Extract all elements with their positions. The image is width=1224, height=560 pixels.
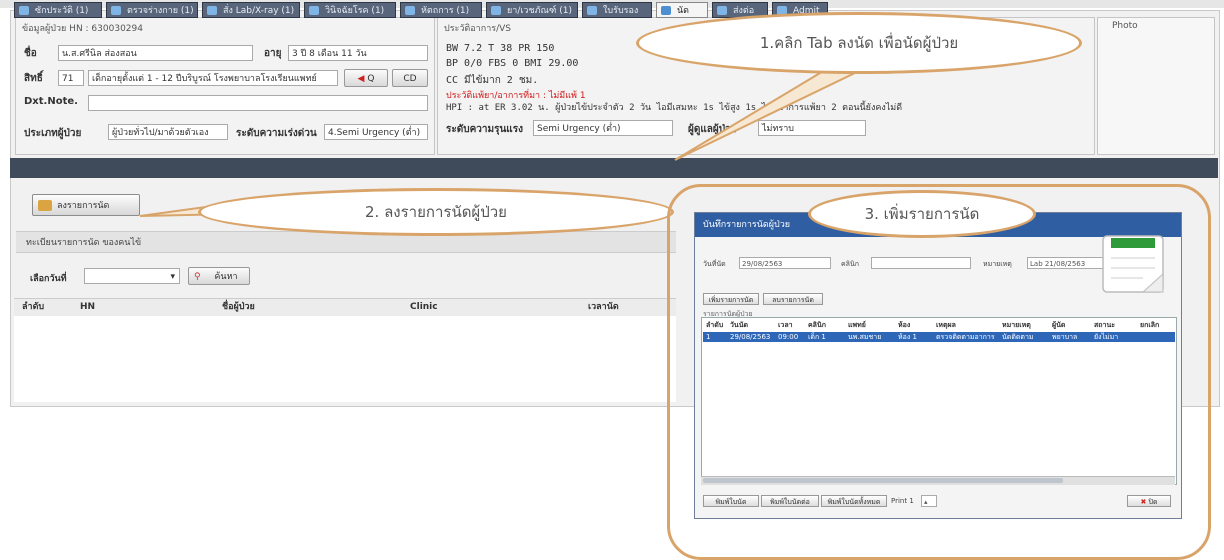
print-appointment-button[interactable]: พิมพ์ใบนัด xyxy=(703,495,759,507)
dgrid-col-cancel: ยกเลิก xyxy=(1140,321,1160,329)
notepad-icon xyxy=(1102,235,1164,293)
dgrid-col-time: เวลา xyxy=(778,321,793,329)
dgrid-cell: ตรวจติดตามอาการ xyxy=(936,333,995,341)
dgrid-col-status: สถานะ xyxy=(1094,321,1115,329)
dgrid-col-date: วันนัด xyxy=(730,321,749,329)
callout-1: 1.คลิก Tab ลงนัด เพื่อนัดผู้ป่วย xyxy=(636,12,1082,74)
dialog-appointment-grid: ลำดับ วันนัด เวลา คลินิก แพทย์ ห้อง เหตุ… xyxy=(701,317,1177,485)
print-count-label: Print 1 xyxy=(891,497,914,505)
print-count-stepper[interactable]: ▴ xyxy=(921,495,937,507)
print-all-appointments-button[interactable]: พิมพ์ใบนัดทั้งหมด xyxy=(821,495,887,507)
dgrid-cell: นัดติดตาม xyxy=(1002,333,1034,341)
dgrid-col-by: ผู้นัด xyxy=(1052,321,1066,329)
print-appointment-next-button[interactable]: พิมพ์ใบนัดต่อ xyxy=(761,495,819,507)
dgrid-cell: พยาบาล xyxy=(1052,333,1078,341)
dgrid-cell: เด็ก 1 xyxy=(808,333,826,341)
dialog-close-label: ปิด xyxy=(1148,498,1158,506)
dgrid-col-room: ห้อง xyxy=(898,321,911,329)
dgrid-cell: 09:00 xyxy=(778,333,799,341)
dgrid-cell: 1 xyxy=(706,333,711,341)
dialog-note-label: หมายเหตุ xyxy=(983,260,1012,268)
stepper-icon: ▴ xyxy=(924,498,928,506)
dialog-horizontal-scrollbar[interactable] xyxy=(701,476,1175,485)
dialog-close-button[interactable]: ✖ ปิด xyxy=(1127,495,1171,507)
dgrid-cell: นพ.สมชาย xyxy=(848,333,882,341)
dialog-add-button[interactable]: เพิ่มรายการนัด xyxy=(703,293,759,305)
close-icon: ✖ xyxy=(1140,498,1147,506)
callout-2: 2. ลงรายการนัดผู้ป่วย xyxy=(198,188,674,236)
dialog-grid-row[interactable]: 1 29/08/2563 09:00 เด็ก 1 นพ.สมชาย ห้อง … xyxy=(703,332,1175,342)
dgrid-col-reason: เหตุผล xyxy=(936,321,956,329)
dialog-delete-button[interactable]: ลบรายการนัด xyxy=(763,293,823,305)
dialog-date-field[interactable]: 29/08/2563 xyxy=(739,257,831,269)
dgrid-cell: 29/08/2563 xyxy=(730,333,771,341)
dgrid-col-doctor: แพทย์ xyxy=(848,321,866,329)
dgrid-cell: ยังไม่มา xyxy=(1094,333,1119,341)
dialog-clinic-field[interactable] xyxy=(871,257,971,269)
callout-3: 3. เพิ่มรายการนัด xyxy=(808,190,1036,238)
dgrid-col-note: หมายเหตุ xyxy=(1002,321,1031,329)
scroll-thumb[interactable] xyxy=(703,478,1063,483)
dgrid-col-order: ลำดับ xyxy=(706,321,724,329)
dialog-clinic-label: คลินิก xyxy=(841,260,859,268)
dgrid-cell: ห้อง 1 xyxy=(898,333,917,341)
dgrid-col-clinic: คลินิก xyxy=(808,321,826,329)
dialog-date-label: วันที่นัด xyxy=(703,260,726,268)
